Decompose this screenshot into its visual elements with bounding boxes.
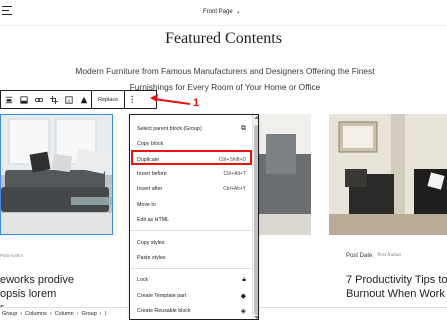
menu-item-insert-after[interactable]: Insert after Ctrl+Alt+Y: [130, 182, 252, 195]
menu-item-label: Copy block: [137, 140, 164, 147]
menu-item-label: Move to: [137, 201, 156, 208]
filter-icon[interactable]: [76, 91, 91, 108]
editor-top-bar: Front Page ⌄: [0, 0, 447, 26]
breadcrumb-item[interactable]: Group: [2, 311, 17, 317]
breadcrumb-separator-icon: ›: [20, 311, 23, 317]
template-part-icon: ◆: [240, 292, 246, 300]
menu-item-label: Edit as HTML: [137, 216, 170, 223]
card-title-right[interactable]: 7 Productivity Tips to Burnout When Work: [346, 273, 447, 301]
card-title-right-line: 7 Productivity Tips to: [346, 274, 447, 286]
breadcrumb-separator-icon: ›: [49, 311, 52, 317]
block-toolbar: A Replace ⋮: [0, 90, 157, 109]
scroll-up-icon[interactable]: [254, 116, 258, 119]
card-title-left-line: eworks prodive: [0, 274, 74, 286]
duplicate-highlight-box: [131, 150, 252, 165]
post-author-right: Post Author: [377, 253, 402, 258]
menu-scrollbar[interactable]: [252, 115, 258, 319]
post-meta-right: Post Date Post Author: [346, 253, 401, 259]
menu-item-label: Create Template part: [137, 292, 187, 299]
section-heading: Featured Contents: [165, 30, 282, 47]
card-image-living-room[interactable]: [329, 114, 447, 235]
block-options-menu: Select parent block (Group) ⧉ Copy block…: [129, 114, 259, 320]
menu-item-copy-block[interactable]: Copy block: [130, 137, 252, 150]
align-icon[interactable]: [1, 91, 16, 108]
menu-item-label: Insert after: [137, 185, 163, 192]
card-image-chair[interactable]: [256, 114, 311, 235]
menu-item-shortcut: Ctrl+Alt+T: [223, 170, 246, 177]
full-width-icon[interactable]: [16, 91, 31, 108]
menu-item-label: Copy styles: [137, 239, 165, 246]
lock-icon: 🔒︎: [242, 275, 246, 283]
post-date-label: Post Date: [346, 253, 373, 259]
chevron-down-icon: ⌄: [235, 9, 241, 15]
menu-item-create-template-part[interactable]: Create Template part ◆: [130, 289, 252, 302]
menu-item-label: Insert before: [137, 170, 167, 177]
menu-item-create-reusable-block[interactable]: Create Reusable block ◈: [130, 304, 252, 317]
text-overlay-icon[interactable]: A: [61, 91, 76, 108]
scroll-down-icon[interactable]: [254, 316, 258, 319]
menu-item-label: Select parent block (Group): [137, 125, 202, 132]
menu-item-copy-styles[interactable]: Copy styles: [130, 236, 252, 249]
menu-item-label: Paste styles: [137, 254, 166, 261]
breadcrumb-separator-icon: ›: [76, 311, 79, 317]
breadcrumb-separator-icon: ›: [99, 311, 102, 317]
page-selector-label: Front Page: [203, 8, 233, 15]
menu-divider: [130, 268, 252, 269]
menu-item-insert-before[interactable]: Insert before Ctrl+Alt+T: [130, 167, 252, 180]
menu-item-paste-styles[interactable]: Paste styles: [130, 251, 252, 264]
more-options-button[interactable]: ⋮: [125, 91, 139, 108]
reusable-block-icon: ◈: [240, 307, 246, 315]
replace-button[interactable]: Replace: [92, 91, 124, 108]
menu-item-select-parent[interactable]: Select parent block (Group) ⧉: [130, 122, 252, 135]
menu-item-edit-html[interactable]: Edit as HTML: [130, 213, 252, 226]
menu-item-move-to[interactable]: Move to: [130, 198, 252, 211]
crop-icon[interactable]: [46, 91, 61, 108]
parent-block-icon: ⧉: [241, 124, 246, 132]
menu-item-lock[interactable]: Lock 🔒︎: [130, 273, 252, 286]
card-title-left-line: opsis lorem: [0, 288, 57, 300]
menu-icon[interactable]: [2, 6, 12, 16]
menu-item-label: Lock: [137, 276, 149, 283]
breadcrumb-item[interactable]: Group: [81, 311, 96, 317]
post-author-left: Post Author: [0, 253, 24, 258]
menu-item-shortcut: Ctrl+Alt+Y: [223, 185, 246, 192]
menu-item-label: Create Reusable block: [137, 307, 191, 314]
annotation-number: 1: [193, 97, 200, 109]
menu-divider: [130, 230, 252, 231]
card-title-right-line: Burnout When Work: [346, 288, 445, 300]
page-selector[interactable]: Front Page ⌄: [203, 8, 241, 16]
link-icon[interactable]: [31, 91, 46, 108]
scrollbar-thumb[interactable]: [254, 125, 258, 315]
breadcrumb-item[interactable]: Columns: [25, 311, 47, 317]
card-image-sofa[interactable]: [0, 114, 113, 235]
annotation-arrow-icon: [150, 94, 191, 105]
breadcrumb-item[interactable]: ⟩: [105, 311, 107, 317]
breadcrumb-item[interactable]: Column: [55, 311, 74, 317]
